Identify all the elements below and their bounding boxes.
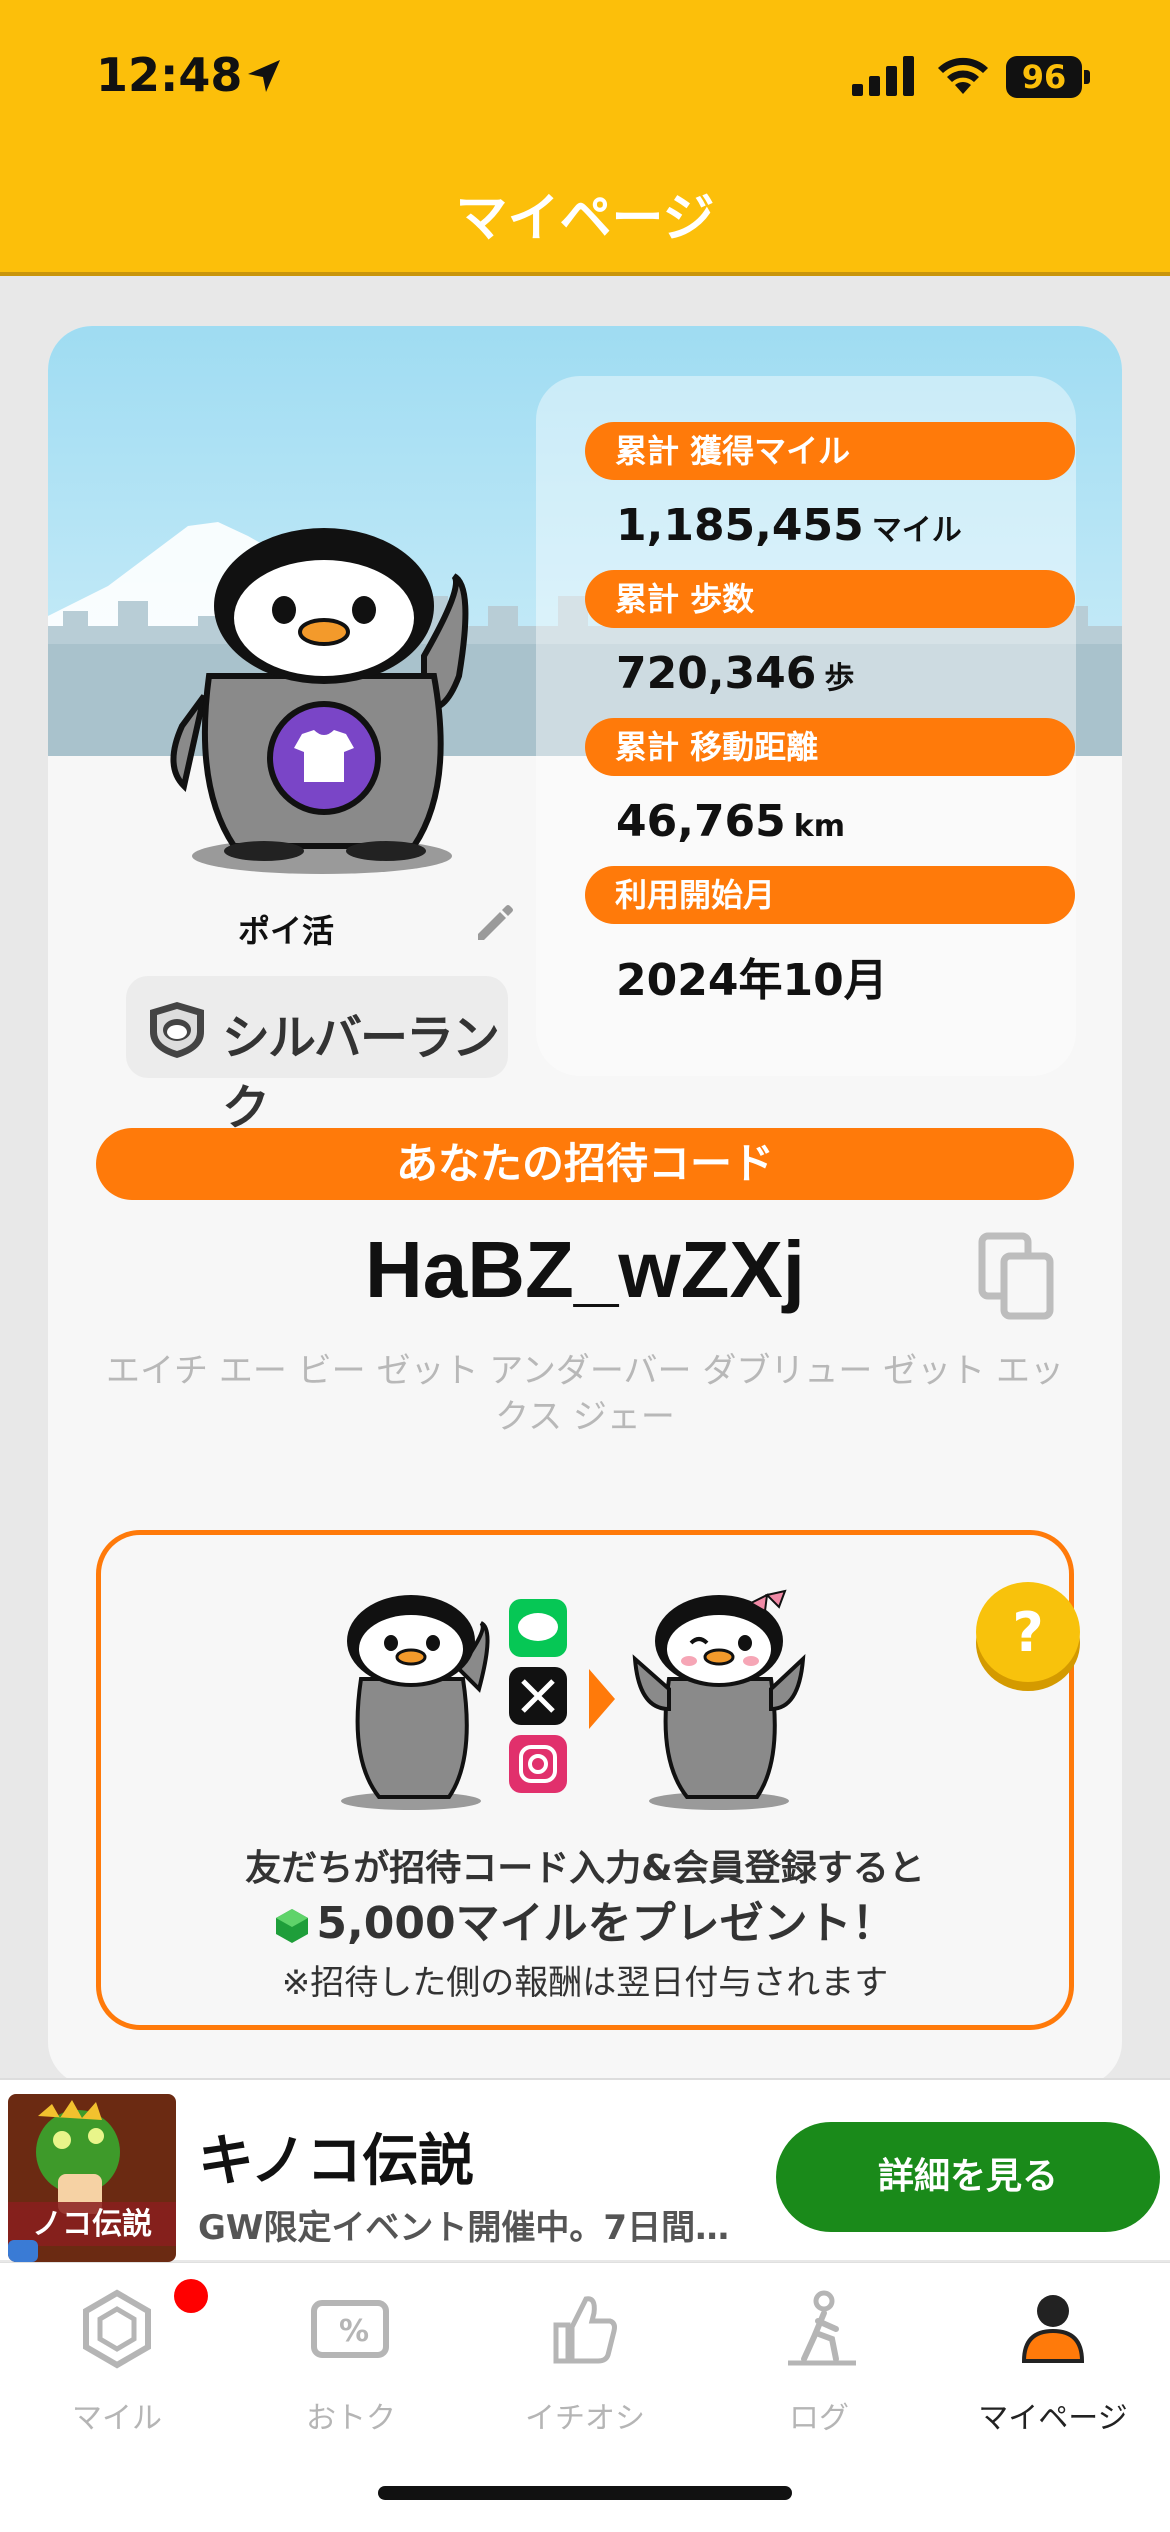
penguin-avatar — [170, 528, 469, 874]
cellular-signal-icon — [852, 56, 914, 96]
invite-promo-box: ? 友だちが招待コード入力&会員登録すると 5,000マイルをプレゼント！ ※招… — [96, 1530, 1080, 2030]
walking-icon — [788, 2290, 856, 2366]
help-button[interactable]: ? — [973, 1577, 1083, 1693]
status-time: 12:48 — [96, 48, 243, 102]
invite-code: HaBZ_wZXj — [364, 1225, 806, 1314]
svg-text:%: % — [339, 2314, 369, 2349]
battery-level: 96 — [1006, 56, 1082, 98]
edit-pencil-icon[interactable] — [474, 900, 516, 942]
promo-line-1: 友だちが招待コード入力&会員登録すると — [245, 1848, 925, 1889]
tab-deals[interactable]: % おトク — [234, 2263, 468, 2463]
ad-description: GW限定イベント開催中。7日間… — [198, 2208, 730, 2248]
wifi-icon — [938, 57, 988, 94]
page-title: マイページ — [455, 189, 715, 249]
battery-icon: 96 — [1006, 56, 1090, 98]
stat-label-miles: 累計 獲得マイル — [585, 422, 1075, 480]
stat-value-distance: 46,765 km — [616, 796, 846, 847]
ad-banner[interactable]: ノコ伝説 キノコ伝説 GW限定イベント開催中。7日間… 詳細を見る — [0, 2078, 1170, 2262]
rank-badge[interactable]: シルバーランク — [126, 976, 508, 1136]
stat-value-steps: 720,346 歩 — [616, 648, 855, 699]
thumbs-up-icon — [553, 2296, 617, 2364]
invite-illustration — [341, 1589, 806, 1810]
tab-miles[interactable]: マイル — [0, 2263, 234, 2463]
gem-icon — [83, 2289, 151, 2369]
tab-log[interactable]: ログ — [702, 2263, 936, 2463]
stat-value-start-month: 2024年10月 — [616, 955, 888, 1006]
nickname: ポイ活 — [238, 912, 335, 950]
invite-code-reading: エイチ エー ビー ゼット アンダーバー ダブリュー ゼット エックス ジェー — [106, 1351, 1064, 1437]
stat-label-steps: 累計 歩数 — [585, 570, 1075, 628]
ad-details-button[interactable]: 詳細を見る — [776, 2122, 1160, 2232]
home-indicator — [378, 2486, 792, 2500]
rank-label: シルバーランク — [222, 1010, 500, 1136]
green-gem-icon — [276, 1909, 309, 1943]
tab-recommended[interactable]: イチオシ — [468, 2263, 702, 2463]
stat-value-miles: 1,185,455 マイル — [616, 500, 962, 551]
svg-text:ノコ伝説: ノコ伝説 — [32, 2207, 152, 2242]
tab-label: イチオシ — [525, 2401, 645, 2436]
promo-line-3: ※招待した側の報酬は翌日付与されます — [281, 1963, 889, 2003]
tab-label: おトク — [306, 2401, 396, 2436]
location-arrow-icon — [248, 60, 280, 92]
stat-label-distance: 累計 移動距離 — [585, 718, 1075, 776]
stat-label-start-month: 利用開始月 — [585, 866, 1075, 924]
copy-icon[interactable] — [978, 1232, 1058, 1322]
help-mark: ? — [1012, 1601, 1043, 1664]
coupon-icon: % — [311, 2300, 389, 2358]
profile-card: 累計 獲得マイル 1,185,455 マイル 累計 歩数 720,346 歩 累計 … — [48, 326, 1122, 2086]
tab-label: マイページ — [978, 2401, 1128, 2436]
person-icon — [1021, 2295, 1085, 2363]
promo-line-2: 5,000マイルをプレゼント！ — [101, 1887, 1069, 1951]
ad-thumbnail[interactable]: ノコ伝説 — [8, 2094, 176, 2262]
header-bar: 12:48 96 マイページ — [0, 0, 1170, 276]
shield-penguin-icon — [150, 1002, 204, 1058]
tab-label: ログ — [789, 2401, 849, 2436]
invite-code-heading: あなたの招待コード — [96, 1128, 1074, 1200]
notification-dot — [174, 2279, 208, 2313]
tab-mypage[interactable]: マイページ — [936, 2263, 1170, 2463]
ad-title: キノコ伝説 — [198, 2129, 475, 2194]
tab-label: マイル — [72, 2401, 162, 2436]
